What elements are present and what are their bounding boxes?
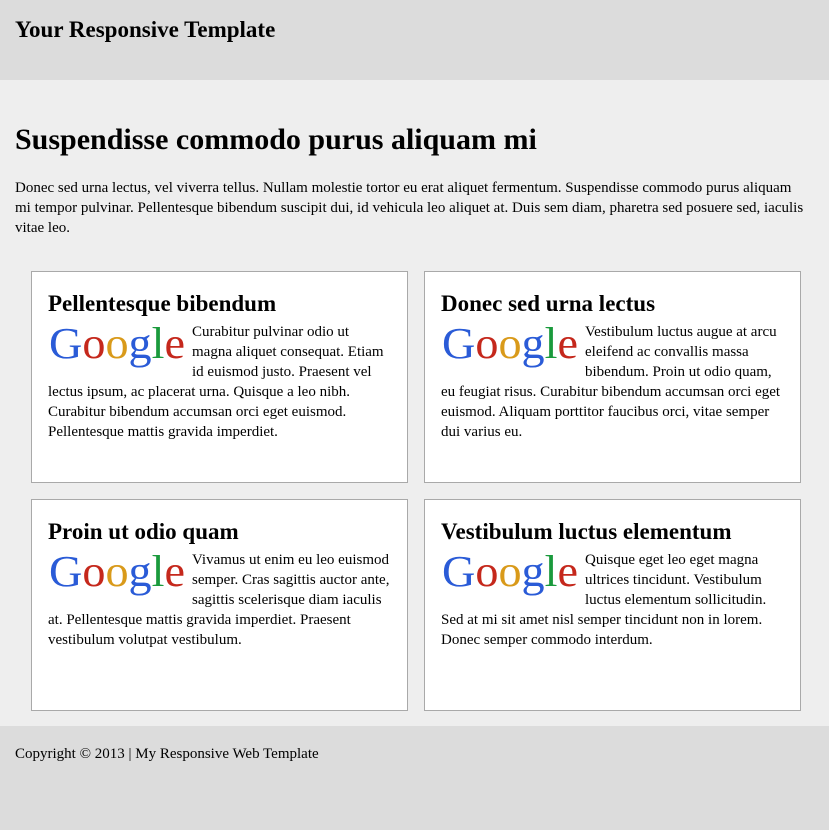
site-footer: Copyright © 2013 | My Responsive Web Tem… <box>0 726 829 830</box>
card-body: Google Vivamus ut enim eu leo euismod se… <box>48 550 391 650</box>
card-4: Vestibulum luctus elementum Google Quisq… <box>424 499 801 711</box>
card-2: Donec sed urna lectus Google Vestibulum … <box>424 271 801 483</box>
svg-text:Google: Google <box>442 322 578 368</box>
site-title[interactable]: Your Responsive Template <box>15 16 814 44</box>
copyright-text: Copyright © 2013 | My Responsive Web Tem… <box>15 746 319 762</box>
card-title: Pellentesque bibendum <box>48 291 277 316</box>
intro-paragraph: Donec sed urna lectus, vel viverra tellu… <box>15 180 804 236</box>
google-logo-icon: Google <box>441 322 579 368</box>
card-body: Google Vestibulum luctus augue at arcu e… <box>441 322 784 442</box>
site-header: Your Responsive Template <box>0 0 829 80</box>
card-title: Vestibulum luctus elementum <box>441 519 732 544</box>
card-title: Donec sed urna lectus <box>441 291 656 316</box>
card-1: Pellentesque bibendum Google Curabitur p… <box>31 271 408 483</box>
card-grid: Pellentesque bibendum Google Curabitur p… <box>31 271 801 711</box>
svg-text:Google: Google <box>49 322 185 368</box>
google-logo-icon: Google <box>48 322 186 368</box>
card-3: Proin ut odio quam Google Vivamus ut eni… <box>31 499 408 711</box>
google-logo-icon: Google <box>48 550 186 596</box>
page-title: Suspendisse commodo purus aliquam mi <box>15 123 537 156</box>
svg-text:Google: Google <box>49 550 185 596</box>
card-title: Proin ut odio quam <box>48 519 239 544</box>
card-body: Google Quisque eget leo eget magna ultri… <box>441 550 784 650</box>
svg-text:Google: Google <box>442 550 578 596</box>
card-body: Google Curabitur pulvinar odio ut magna … <box>48 322 391 442</box>
google-logo-icon: Google <box>441 550 579 596</box>
main-content: Suspendisse commodo purus aliquam mi Don… <box>0 80 829 726</box>
